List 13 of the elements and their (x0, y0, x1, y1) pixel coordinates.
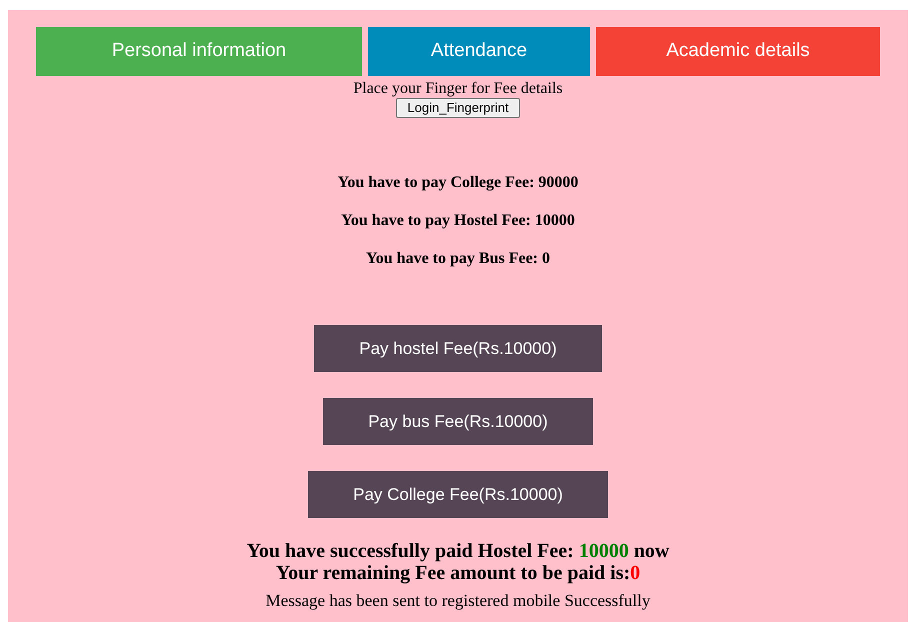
pay-fee-button[interactable]: Pay College Fee(Rs.10000) (308, 471, 608, 518)
nav-tab[interactable]: Academic details (596, 27, 880, 76)
pay-fee-button[interactable]: Pay hostel Fee(Rs.10000) (314, 325, 602, 372)
fee-line: You have to pay Bus Fee: 0 (366, 249, 550, 268)
fee-line: You have to pay Hostel Fee: 10000 (341, 211, 575, 230)
remaining-fee: Your remaining Fee amount to be paid is:0 (276, 562, 640, 584)
login-fingerprint-button[interactable]: Login_Fingerprint (396, 98, 520, 118)
fee-line: You have to pay College Fee: 90000 (338, 173, 578, 192)
sms-confirmation: Message has been sent to registered mobile Successfully (266, 592, 650, 610)
nav-tab[interactable]: Attendance (368, 27, 590, 76)
payment-status: You have successfully paid Hostel Fee: 10000 now (246, 540, 670, 562)
fingerprint-prompt: Place your Finger for Fee details (353, 79, 563, 98)
pay-fee-button[interactable]: Pay bus Fee(Rs.10000) (323, 398, 593, 445)
